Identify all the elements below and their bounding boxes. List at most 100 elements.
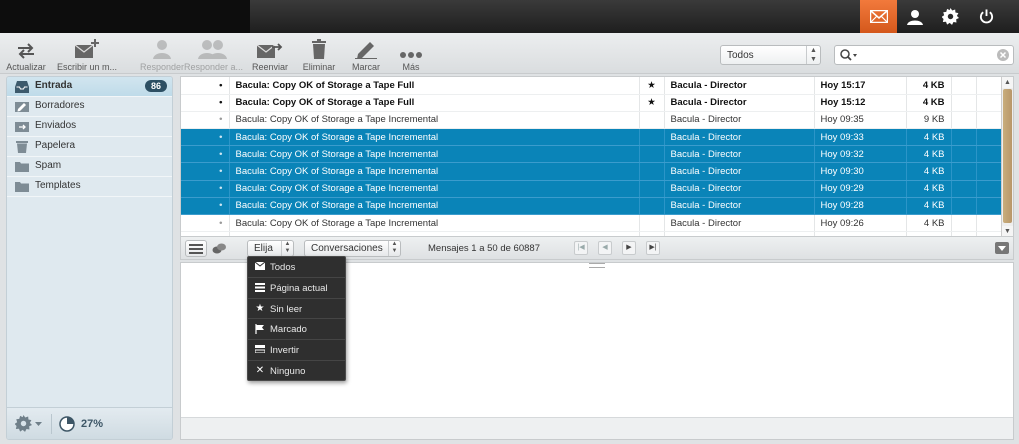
table-row[interactable]: • Bacula: Copy OK of Storage a Tape Full ★… xyxy=(181,94,1002,112)
table-row[interactable]: • Bacula: Copy OK of Storage a Tape Full ★… xyxy=(181,77,1002,95)
envelope-icon xyxy=(254,261,266,272)
search-icon[interactable] xyxy=(840,49,858,62)
mail-nav-button[interactable] xyxy=(860,0,897,33)
splitter-grip[interactable] xyxy=(589,263,605,268)
scroll-down-icon[interactable]: ▼ xyxy=(1002,226,1013,236)
search-input[interactable] xyxy=(834,45,1014,65)
refresh-button[interactable]: Actualizar xyxy=(4,37,48,72)
select-menu-item-page[interactable]: Página actual xyxy=(248,278,345,299)
last-page-button[interactable]: ▶| xyxy=(646,241,660,255)
last-page-icon: ▶| xyxy=(649,244,657,251)
table-row[interactable]: •Bacula: Copy OK of Storage a Tape Incre… xyxy=(181,128,1002,147)
folder-templates[interactable]: Templates xyxy=(7,177,172,197)
message-size: 4 KB xyxy=(906,77,952,95)
clear-search-icon[interactable] xyxy=(997,49,1009,61)
folder-drafts[interactable]: Borradores xyxy=(7,97,172,117)
next-page-button[interactable]: ▶ xyxy=(622,241,636,255)
table-row[interactable]: •Bacula: Copy OK of Storage a Tape Incre… xyxy=(181,214,1002,233)
flag-star-icon: ★ xyxy=(639,94,665,112)
forward-button[interactable]: Reenviar xyxy=(250,37,290,72)
select-menu-item-none[interactable]: ✕ Ninguno xyxy=(248,361,345,382)
table-row[interactable]: •Bacula: Copy OK of Storage a Tape Incre… xyxy=(181,111,1002,130)
priority-cell xyxy=(976,94,1002,112)
quota-pie-icon xyxy=(59,416,75,432)
folder-spam[interactable]: Spam xyxy=(7,157,172,177)
refresh-icon xyxy=(18,43,34,59)
delete-button[interactable]: Eliminar xyxy=(300,37,338,72)
message-subject: Bacula: Copy OK of Storage a Tape Increm… xyxy=(229,214,640,233)
folder-inbox[interactable]: Entrada 86 xyxy=(7,77,172,97)
table-row[interactable]: •Bacula: Copy OK of Storage a Tape Incre… xyxy=(181,197,1002,216)
reply-all-button[interactable]: Responder a... xyxy=(184,37,243,72)
message-date: Hoy 15:17 xyxy=(814,77,907,95)
power-icon xyxy=(979,9,994,24)
folder-sent[interactable]: Enviados xyxy=(7,117,172,137)
logout-nav-button[interactable] xyxy=(968,0,1005,33)
select-menu-item-invert[interactable]: Invertir xyxy=(248,340,345,361)
message-subject: Bacula: Copy OK of Storage a Tape Increm… xyxy=(229,145,640,164)
message-subject: Bacula: Copy OK of Storage a Tape Increm… xyxy=(229,111,640,130)
forward-label: Reenviar xyxy=(251,62,289,72)
compose-icon xyxy=(74,39,99,58)
toggle-preview-button[interactable] xyxy=(995,242,1009,254)
select-dropdown-label: Elija xyxy=(254,243,273,254)
message-size: 4 KB xyxy=(906,180,952,198)
flag-cell xyxy=(639,162,665,181)
message-size: 4 KB xyxy=(906,128,952,147)
table-row[interactable]: •Bacula: Copy OK of Storage a Tape Incre… xyxy=(181,145,1002,164)
mark-button[interactable]: Marcar xyxy=(346,37,386,72)
compose-button[interactable]: Escribir un m... xyxy=(56,37,118,72)
status-dot-icon: • xyxy=(181,180,230,198)
folder-trash[interactable]: Papelera xyxy=(7,137,172,157)
sidebar-footer: 27% xyxy=(7,407,172,439)
reply-button[interactable]: Responder xyxy=(140,37,184,72)
select-menu-item-unread[interactable]: ★ Sin leer xyxy=(248,299,345,320)
settings-nav-button[interactable] xyxy=(932,0,969,33)
attachment-cell xyxy=(951,94,977,112)
first-page-button[interactable]: |◀ xyxy=(574,241,588,255)
reply-label: Responder xyxy=(140,62,185,72)
message-date: Hoy 15:12 xyxy=(814,94,907,112)
folder-drafts-label: Borradores xyxy=(35,100,85,111)
attachment-cell xyxy=(951,128,977,147)
more-label: Más xyxy=(402,62,420,72)
message-subject: Bacula: Copy OK of Storage a Tape Increm… xyxy=(229,128,640,147)
select-menu-item-all[interactable]: Todos xyxy=(248,257,345,278)
invert-icon xyxy=(254,345,266,355)
top-bar-slab xyxy=(0,0,250,36)
footer-divider xyxy=(51,414,52,434)
scroll-up-icon[interactable]: ▲ xyxy=(1002,77,1013,88)
flag-cell xyxy=(639,145,665,164)
table-row[interactable]: •Bacula: Copy OK of Storage a Tape Incre… xyxy=(181,162,1002,181)
flag-cell xyxy=(639,111,665,130)
contacts-nav-button[interactable] xyxy=(896,0,933,33)
attachment-cell xyxy=(951,214,977,233)
folder-sent-label: Enviados xyxy=(35,120,77,131)
flag-cell xyxy=(639,180,665,198)
message-list-scrollbar[interactable]: ▲ ▼ xyxy=(1001,77,1013,236)
select-menu-item-flagged[interactable]: Marcado xyxy=(248,319,345,341)
table-row[interactable]: •Bacula: Copy OK of Storage a Tape Incre… xyxy=(181,180,1002,198)
scrollbar-thumb[interactable] xyxy=(1003,89,1012,223)
folder-trash-label: Papelera xyxy=(35,140,76,151)
user-icon xyxy=(906,9,923,25)
threads-dropdown-button[interactable]: Conversaciones ▲ ▼ xyxy=(304,240,401,257)
message-date: Hoy 09:32 xyxy=(814,145,907,164)
delete-label: Eliminar xyxy=(302,62,336,72)
select-dropdown-button[interactable]: Elija ▲ ▼ xyxy=(247,240,294,257)
chevron-down-icon xyxy=(998,246,1006,251)
status-dot-icon: • xyxy=(181,128,230,147)
compose-label: Escribir un m... xyxy=(56,62,117,72)
list-options-button[interactable] xyxy=(185,240,207,257)
filter-select[interactable]: Todos ▲ ▼ xyxy=(720,45,821,65)
message-from: Bacula - Director xyxy=(664,214,815,233)
more-button[interactable]: Más xyxy=(394,37,428,72)
threads-icon[interactable] xyxy=(212,243,226,254)
message-count-text: Mensajes 1 a 50 de 60887 xyxy=(428,243,540,254)
prev-page-button[interactable]: ◀ xyxy=(598,241,612,255)
folder-actions-button[interactable] xyxy=(14,415,45,433)
select-menu-label: Página actual xyxy=(270,282,328,294)
mark-label: Marcar xyxy=(351,62,380,72)
folder-sidebar: Entrada 86 Borradores Enviados Papelera … xyxy=(6,76,173,440)
message-subject: Bacula: Copy OK of Storage a Tape Full xyxy=(229,94,640,112)
